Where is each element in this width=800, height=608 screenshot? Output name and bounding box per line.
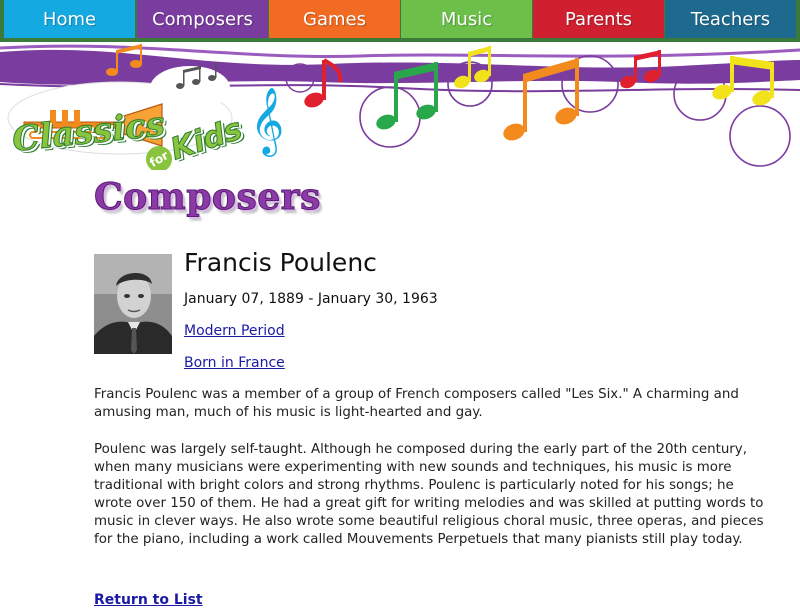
bio-paragraph-1: Francis Poulenc was a member of a group … xyxy=(94,387,739,420)
return-to-list-link[interactable]: Return to List xyxy=(94,592,203,608)
composer-name: Francis Poulenc xyxy=(184,248,377,277)
composer-dates: January 07, 1889 - January 30, 1963 xyxy=(184,291,438,307)
bio-paragraph-2: Poulenc was largely self-taught. Althoug… xyxy=(94,442,764,547)
page-title: Composers xyxy=(94,176,321,219)
birthplace-link[interactable]: Born in France xyxy=(184,355,285,371)
nav-composers[interactable]: Composers xyxy=(137,0,268,38)
period-link[interactable]: Modern Period xyxy=(184,323,285,339)
nav-home[interactable]: Home xyxy=(4,0,135,38)
nav-teachers[interactable]: Teachers xyxy=(665,0,796,38)
composer-portrait xyxy=(94,254,172,354)
top-nav: Home Composers Games Music Parents Teach… xyxy=(0,0,800,42)
nav-music[interactable]: Music xyxy=(401,0,532,38)
treble-clef-icon: 𝄞 xyxy=(250,86,284,157)
nav-games[interactable]: Games xyxy=(269,0,400,38)
music-notes-decoration: 𝄞 xyxy=(0,44,800,167)
nav-parents[interactable]: Parents xyxy=(533,0,664,38)
header-banner: 𝄞 Classics for Kids xyxy=(0,42,800,170)
